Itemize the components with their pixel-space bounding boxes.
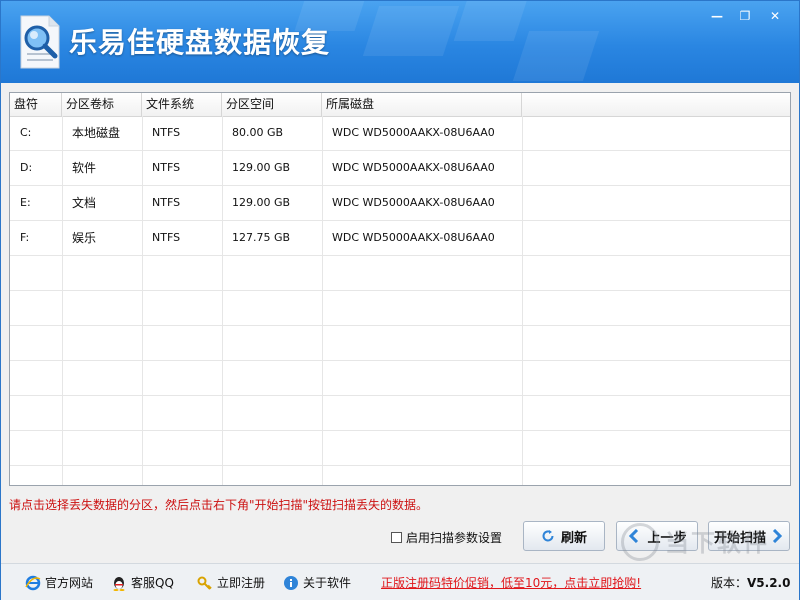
watermark-logo-icon — [621, 523, 659, 561]
table-row[interactable]: C: 本地磁盘 NTFS 80.00 GB WDC WD5000AAKX-08U… — [10, 116, 790, 151]
instruction-hint: 请点击选择丢失数据的分区，然后点击右下角"开始扫描"按钮扫描丢失的数据。 — [9, 498, 429, 512]
promo-link[interactable]: 正版注册码特价促销，低至10元，点击立即抢购! — [381, 574, 641, 591]
column-header-size[interactable]: 分区空间 — [222, 93, 322, 116]
support-qq-link[interactable]: 客服QQ — [111, 574, 174, 591]
bottom-bar: 官方网站 客服QQ 立即注册 关于软件 正版注册码特价促销，低至10元，点击立即… — [1, 563, 799, 600]
ie-browser-icon — [25, 575, 41, 590]
table-header: 盘符 分区卷标 文件系统 分区空间 所属磁盘 — [10, 93, 790, 117]
app-logo-icon — [20, 15, 60, 69]
disk-name: WDC WD5000AAKX-08U6AA0 — [332, 126, 495, 139]
empty-row — [10, 431, 790, 466]
refresh-label: 刷新 — [560, 530, 587, 546]
close-icon: ✕ — [769, 9, 781, 23]
maximize-button[interactable]: ❐ — [731, 5, 759, 27]
table-row[interactable]: E: 文档 NTFS 129.00 GB WDC WD5000AAKX-08U6… — [10, 186, 790, 221]
partition-size: 129.00 GB — [232, 196, 291, 209]
scan-params-label: 启用扫描参数设置 — [406, 530, 503, 545]
checkbox-box[interactable] — [391, 531, 402, 543]
volume-label: 本地磁盘 — [72, 126, 121, 140]
qq-penguin-icon — [113, 576, 125, 591]
title-bar[interactable]: 乐易佳硬盘数据恢复 — ❐ ✕ — [1, 1, 799, 83]
disk-name: WDC WD5000AAKX-08U6AA0 — [332, 231, 495, 244]
disk-name: WDC WD5000AAKX-08U6AA0 — [332, 161, 495, 174]
official-website-link[interactable]: 官方网站 — [25, 574, 93, 591]
volume-label: 软件 — [72, 161, 97, 175]
register-link[interactable]: 立即注册 — [197, 574, 265, 591]
partition-size: 129.00 GB — [232, 161, 291, 174]
column-header-filesystem[interactable]: 文件系统 — [142, 93, 222, 116]
file-system: NTFS — [152, 231, 181, 244]
table-row[interactable]: F: 娱乐 NTFS 127.75 GB WDC WD5000AAKX-08U6… — [10, 221, 790, 256]
maximize-icon: ❐ — [739, 9, 751, 23]
empty-row — [10, 326, 790, 361]
support-qq-label: 客服QQ — [131, 576, 174, 590]
app-title: 乐易佳硬盘数据恢复 — [69, 26, 331, 59]
empty-row — [10, 256, 790, 291]
app-window: 乐易佳硬盘数据恢复 — ❐ ✕ 盘符 分区卷标 文件系统 分区空间 所属磁盘 C… — [0, 0, 800, 600]
minimize-icon: — — [711, 9, 723, 23]
scan-params-checkbox[interactable]: 启用扫描参数设置 — [391, 529, 502, 545]
title-decoration — [453, 1, 529, 41]
partition-table[interactable]: 盘符 分区卷标 文件系统 分区空间 所属磁盘 C: 本地磁盘 NTFS 80.0… — [9, 92, 791, 486]
empty-row — [10, 361, 790, 396]
volume-label: 娱乐 — [72, 231, 97, 245]
refresh-button[interactable]: 刷新 — [523, 521, 605, 551]
volume-label: 文档 — [72, 196, 97, 210]
version-label: 版本： — [711, 576, 748, 590]
about-link[interactable]: 关于软件 — [283, 574, 351, 591]
column-header-drive[interactable]: 盘符 — [10, 93, 62, 116]
empty-row — [10, 291, 790, 326]
title-decoration — [362, 6, 460, 56]
column-header-disk[interactable]: 所属磁盘 — [322, 93, 522, 116]
info-icon — [284, 575, 298, 590]
watermark: 当下软件园 — [621, 521, 791, 592]
file-system: NTFS — [152, 126, 181, 139]
title-decoration — [512, 31, 600, 81]
close-button[interactable]: ✕ — [761, 5, 789, 27]
key-icon — [197, 576, 212, 590]
minimize-button[interactable]: — — [703, 5, 731, 27]
file-system: NTFS — [152, 161, 181, 174]
column-header-label[interactable]: 分区卷标 — [62, 93, 142, 116]
official-website-label: 官方网站 — [45, 576, 94, 590]
empty-row — [10, 396, 790, 431]
disk-name: WDC WD5000AAKX-08U6AA0 — [332, 196, 495, 209]
table-row[interactable]: D: 软件 NTFS 129.00 GB WDC WD5000AAKX-08U6… — [10, 151, 790, 186]
partition-size: 80.00 GB — [232, 126, 284, 139]
register-label: 立即注册 — [217, 576, 266, 590]
version-value: V5.2.0 — [747, 576, 791, 590]
refresh-icon — [541, 529, 555, 543]
file-system: NTFS — [152, 196, 181, 209]
about-label: 关于软件 — [303, 576, 352, 590]
version-info: 版本：V5.2.0 — [711, 574, 790, 591]
partition-size: 127.75 GB — [232, 231, 291, 244]
